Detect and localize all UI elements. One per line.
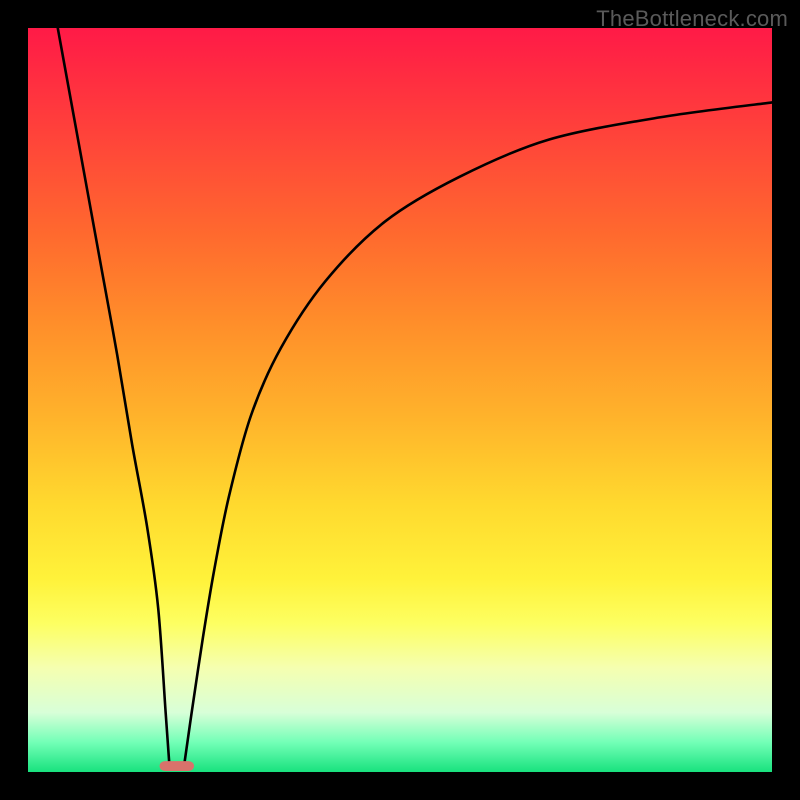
curve-right-branch: [184, 102, 772, 764]
minimum-marker: [160, 762, 193, 771]
curve-layer: [28, 28, 772, 772]
chart-frame: TheBottleneck.com: [0, 0, 800, 800]
watermark-text: TheBottleneck.com: [596, 6, 788, 32]
plot-area: [28, 28, 772, 772]
curve-left-branch: [58, 28, 170, 765]
